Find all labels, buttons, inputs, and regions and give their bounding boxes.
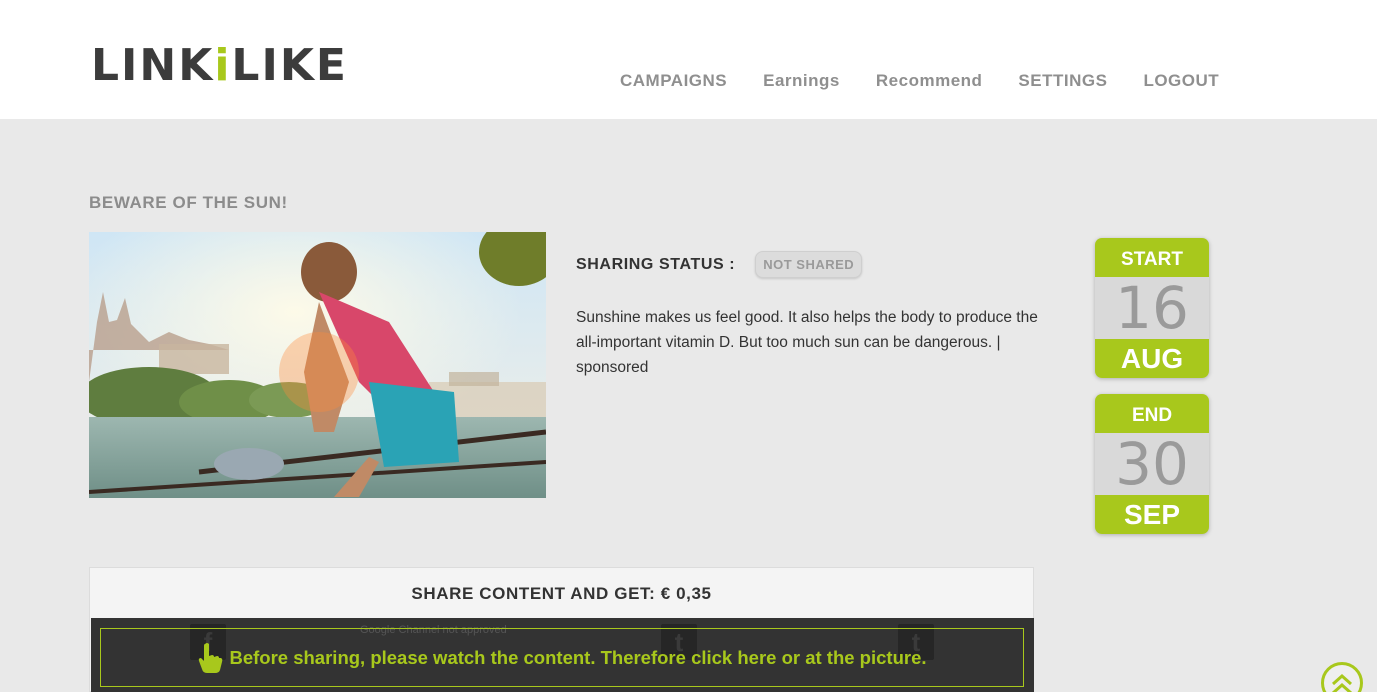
pointing-hand-icon: [199, 642, 223, 673]
nav-earnings[interactable]: Earnings: [763, 70, 840, 92]
share-panel: SHARE CONTENT AND GET: € 0,35 f Google C…: [89, 567, 1034, 692]
share-reward-title: SHARE CONTENT AND GET: € 0,35: [411, 584, 712, 603]
logo-text: LINKiLIKE: [91, 40, 348, 91]
site-header: LINKiLIKE CAMPAIGNS Earnings Recommend S…: [0, 0, 1377, 119]
nav-settings[interactable]: SETTINGS: [1018, 70, 1107, 92]
start-date-label: START: [1095, 238, 1209, 277]
scroll-to-top-button[interactable]: [1321, 662, 1363, 692]
main-nav: CAMPAIGNS Earnings Recommend SETTINGS LO…: [620, 70, 1255, 92]
end-date-card: END 30 SEP: [1095, 394, 1209, 534]
nav-recommend[interactable]: Recommend: [876, 70, 983, 92]
sharing-status-badge: NOT SHARED: [755, 251, 863, 278]
end-date-label: END: [1095, 394, 1209, 433]
start-date-card: START 16 AUG: [1095, 238, 1209, 378]
watch-content-banner[interactable]: Before sharing, please watch the content…: [100, 628, 1024, 687]
watch-content-text: Before sharing, please watch the content…: [229, 646, 927, 668]
campaign-image[interactable]: [89, 232, 546, 498]
nav-campaigns[interactable]: CAMPAIGNS: [620, 70, 727, 92]
campaign-title: BEWARE OF THE SUN!: [89, 193, 288, 212]
end-date-month: SEP: [1095, 495, 1209, 534]
sharing-status-row: SHARING STATUS : NOT SHARED: [576, 251, 863, 278]
sharing-status-label: SHARING STATUS :: [576, 255, 736, 273]
end-date-day: 30: [1095, 433, 1209, 495]
campaign-description: Sunshine makes us feel good. It also hel…: [576, 309, 1038, 376]
linkilike-logo[interactable]: LINKiLIKE: [91, 38, 346, 94]
start-date-month: AUG: [1095, 339, 1209, 378]
campaign-photo-runner: [89, 232, 546, 498]
double-chevron-up-icon: [1332, 673, 1352, 692]
nav-logout[interactable]: LOGOUT: [1143, 70, 1219, 92]
start-date-day: 16: [1095, 277, 1209, 339]
